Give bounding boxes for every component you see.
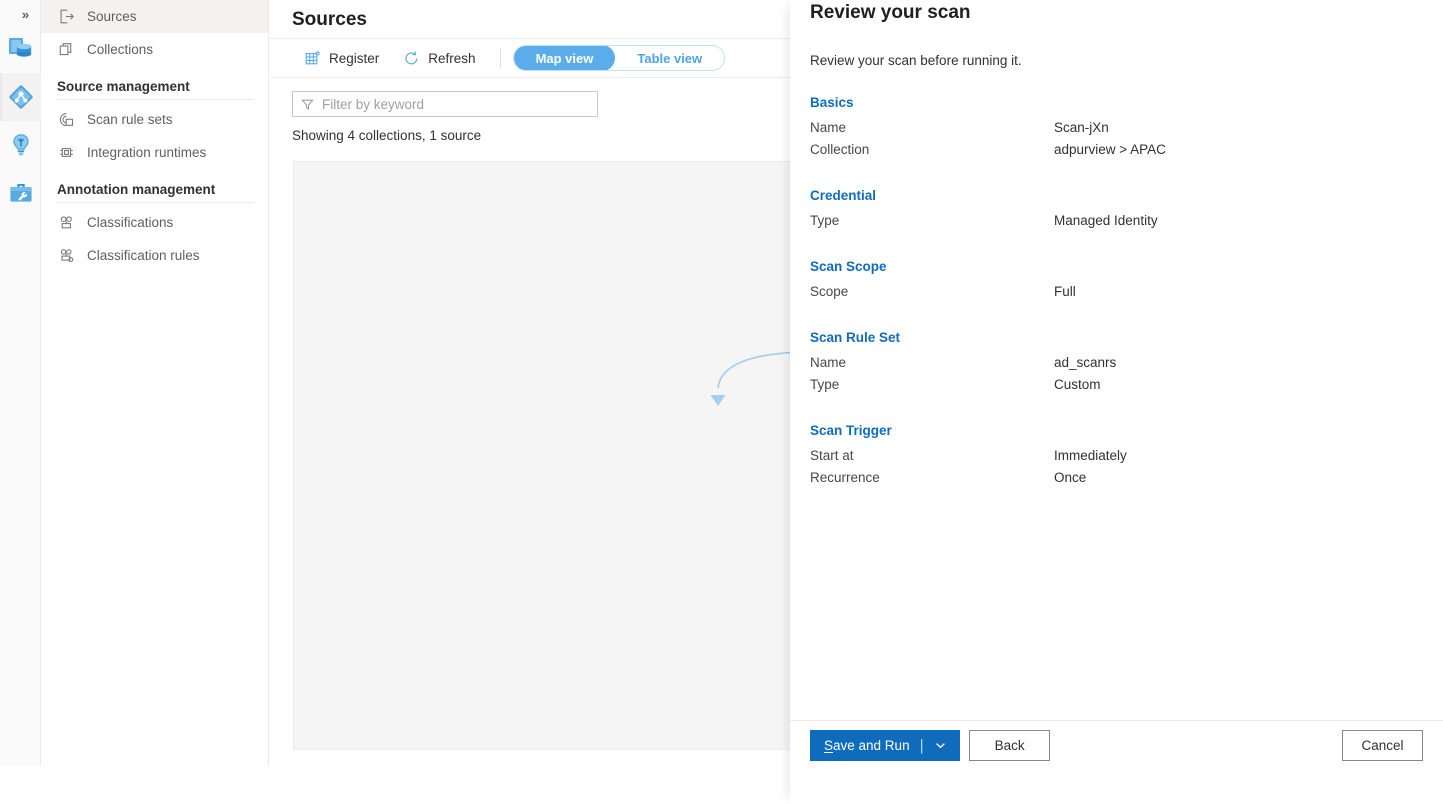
- review-row: Name Scan-jXn: [810, 117, 1423, 139]
- app-root: »: [0, 0, 1443, 804]
- rail-item-management[interactable]: [0, 169, 41, 217]
- panel-footer: Save and Run │ Back Cancel: [790, 720, 1443, 770]
- collections-icon: [57, 40, 76, 59]
- review-row-key: Scope: [810, 281, 1054, 303]
- review-row-value: Immediately: [1054, 445, 1127, 467]
- data-map-icon: [7, 83, 35, 111]
- search-input[interactable]: Filter by keyword: [292, 91, 598, 117]
- refresh-button[interactable]: Refresh: [391, 43, 487, 73]
- review-row-value: ad_scanrs: [1054, 352, 1116, 374]
- sidebar-item-label: Collections: [87, 42, 153, 57]
- data-catalog-icon: [7, 35, 35, 63]
- review-section-scan-rule-set: Scan Rule Set Name ad_scanrs Type Custom: [810, 330, 1423, 396]
- refresh-icon: [403, 50, 420, 67]
- sidebar-group-annotation-management: Annotation management: [41, 169, 268, 202]
- view-toggle: Map view Table view: [513, 45, 726, 71]
- section-heading: Basics: [810, 95, 1423, 110]
- sidebar-item-label: Classifications: [87, 215, 173, 230]
- management-icon: [7, 179, 35, 207]
- review-row-key: Type: [810, 210, 1054, 232]
- register-button-label: Register: [329, 51, 379, 66]
- chevron-down-icon[interactable]: [935, 740, 946, 751]
- tab-map-view[interactable]: Map view: [514, 45, 616, 71]
- review-row-key: Name: [810, 117, 1054, 139]
- section-heading: Credential: [810, 188, 1423, 203]
- review-row: Scope Full: [810, 281, 1423, 303]
- sidebar-item-scan-rule-sets[interactable]: Scan rule sets: [41, 103, 268, 136]
- rail-item-insights[interactable]: [0, 121, 41, 169]
- review-row-key: Type: [810, 374, 1054, 396]
- review-row: Name ad_scanrs: [810, 352, 1423, 374]
- review-row-key: Collection: [810, 139, 1054, 161]
- review-row-key: Recurrence: [810, 467, 1054, 489]
- rail-item-data-map[interactable]: [0, 73, 41, 121]
- nav-sidebar: Sources Collections Source management: [41, 0, 269, 766]
- review-row-value: adpurview > APAC: [1054, 139, 1166, 161]
- sidebar-item-label: Integration runtimes: [87, 145, 206, 160]
- integration-runtimes-icon: [57, 143, 76, 162]
- section-heading: Scan Trigger: [810, 423, 1423, 438]
- command-bar-divider: [500, 48, 501, 68]
- review-row: Type Custom: [810, 374, 1423, 396]
- split-button-divider: │: [919, 739, 927, 753]
- save-and-run-label-rest: ave and Run: [833, 738, 910, 753]
- sidebar-divider: [57, 202, 254, 203]
- section-heading: Scan Scope: [810, 259, 1423, 274]
- review-row: Type Managed Identity: [810, 210, 1423, 232]
- sidebar-item-integration-runtimes[interactable]: Integration runtimes: [41, 136, 268, 169]
- review-section-basics: Basics Name Scan-jXn Collection adpurvie…: [810, 95, 1423, 161]
- sources-icon: [57, 7, 76, 26]
- review-row-key: Name: [810, 352, 1054, 374]
- search-input-placeholder: Filter by keyword: [322, 97, 424, 112]
- save-and-run-label: Save and Run: [824, 738, 910, 753]
- left-icon-rail: »: [0, 0, 41, 766]
- review-row-value: Full: [1054, 281, 1076, 303]
- review-row-value: Scan-jXn: [1054, 117, 1109, 139]
- review-row-value: Once: [1054, 467, 1086, 489]
- panel-title: Review your scan: [810, 0, 1423, 24]
- panel-description: Review your scan before running it.: [810, 24, 1423, 68]
- review-row: Start at Immediately: [810, 445, 1423, 467]
- save-and-run-button[interactable]: Save and Run │: [810, 730, 960, 761]
- accesskey-letter: S: [824, 738, 833, 753]
- sidebar-item-sources[interactable]: Sources: [41, 0, 268, 33]
- review-scan-body: Review your scan Review your scan before…: [790, 0, 1443, 720]
- rail-item-data-catalog[interactable]: [0, 25, 41, 73]
- review-section-scan-trigger: Scan Trigger Start at Immediately Recurr…: [810, 423, 1423, 489]
- tab-table-view[interactable]: Table view: [615, 45, 724, 71]
- sidebar-item-label: Scan rule sets: [87, 112, 173, 127]
- collapse-nav-chevron-icon[interactable]: »: [14, 3, 36, 25]
- classification-rules-icon: [57, 246, 76, 265]
- review-row: Collection adpurview > APAC: [810, 139, 1423, 161]
- sidebar-item-label: Sources: [87, 9, 137, 24]
- scan-rule-sets-icon: [57, 110, 76, 129]
- sidebar-item-label: Classification rules: [87, 248, 200, 263]
- classifications-icon: [57, 213, 76, 232]
- review-scan-panel: Review your scan Review your scan before…: [790, 0, 1443, 804]
- sidebar-group-source-management: Source management: [41, 66, 268, 99]
- review-row: Recurrence Once: [810, 467, 1423, 489]
- section-heading: Scan Rule Set: [810, 330, 1423, 345]
- refresh-button-label: Refresh: [428, 51, 475, 66]
- insights-icon: [7, 131, 35, 159]
- review-row-value: Custom: [1054, 374, 1101, 396]
- back-button[interactable]: Back: [969, 730, 1050, 761]
- review-row-value: Managed Identity: [1054, 210, 1158, 232]
- review-row-key: Start at: [810, 445, 1054, 467]
- sidebar-divider: [57, 99, 254, 100]
- sidebar-item-classification-rules[interactable]: Classification rules: [41, 239, 268, 272]
- review-section-scan-scope: Scan Scope Scope Full: [810, 259, 1423, 303]
- sidebar-item-classifications[interactable]: Classifications: [41, 206, 268, 239]
- register-source-icon: [304, 50, 321, 67]
- sidebar-item-collections[interactable]: Collections: [41, 33, 268, 66]
- review-section-credential: Credential Type Managed Identity: [810, 188, 1423, 232]
- filter-icon: [301, 98, 314, 111]
- cancel-button[interactable]: Cancel: [1342, 730, 1423, 761]
- register-button[interactable]: Register: [292, 43, 391, 73]
